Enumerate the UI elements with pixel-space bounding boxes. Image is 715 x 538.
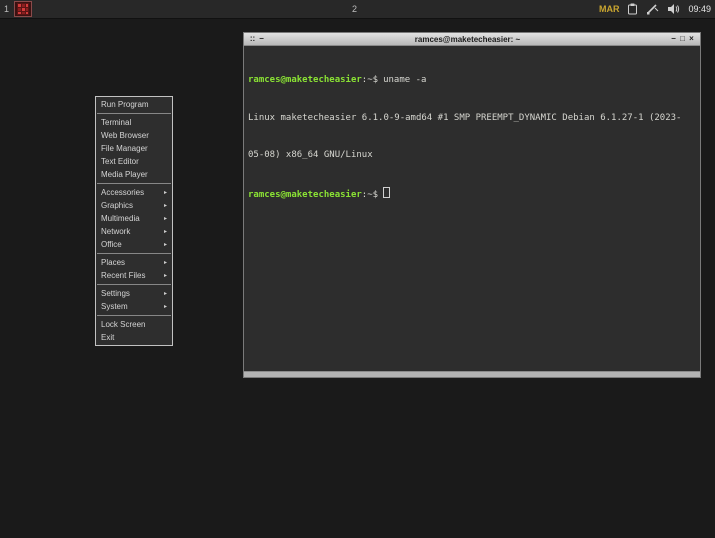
desktop[interactable]: 1 2 MAR 09:49 Run Program Terminal Web B… bbox=[0, 0, 715, 538]
menu-separator bbox=[97, 284, 171, 285]
menu-item-exit[interactable]: Exit bbox=[96, 331, 172, 344]
menu-item-network[interactable]: Network ▸ bbox=[96, 225, 172, 238]
terminal-output[interactable]: ramces@maketecheasier:~$ uname -a Linux m… bbox=[244, 46, 700, 371]
window-title: ramces@maketecheasier: ~ bbox=[414, 34, 521, 44]
shade-icon[interactable]: − bbox=[257, 33, 266, 45]
menu-item-system[interactable]: System ▸ bbox=[96, 300, 172, 313]
workspace-2-label[interactable]: 2 bbox=[348, 0, 361, 18]
terminal-line: Linux maketecheasier 6.1.0-9-amd64 #1 SM… bbox=[248, 112, 682, 123]
terminal-window: :: − ramces@maketecheasier: ~ − □ × ramc… bbox=[243, 32, 701, 378]
menu-item-graphics[interactable]: Graphics ▸ bbox=[96, 199, 172, 212]
clipboard-icon[interactable] bbox=[627, 3, 638, 15]
menu-item-run-program[interactable]: Run Program bbox=[96, 98, 172, 111]
terminal-line: ramces@maketecheasier:~$ uname -a bbox=[248, 75, 427, 85]
submenu-arrow-icon: ▸ bbox=[163, 260, 167, 266]
menu-item-multimedia[interactable]: Multimedia ▸ bbox=[96, 212, 172, 225]
window-resize-grip[interactable] bbox=[244, 371, 700, 377]
terminal-line: 05-08) x86_64 GNU/Linux bbox=[248, 150, 373, 160]
submenu-arrow-icon: ▸ bbox=[163, 304, 167, 310]
window-menu-icon[interactable]: :: bbox=[248, 33, 257, 45]
submenu-arrow-icon: ▸ bbox=[163, 273, 167, 279]
submenu-arrow-icon: ▸ bbox=[163, 242, 167, 248]
menu-item-settings[interactable]: Settings ▸ bbox=[96, 287, 172, 300]
pen-icon[interactable] bbox=[646, 3, 659, 15]
menu-item-accessories[interactable]: Accessories ▸ bbox=[96, 186, 172, 199]
submenu-arrow-icon: ▸ bbox=[163, 291, 167, 297]
submenu-arrow-icon: ▸ bbox=[163, 216, 167, 222]
root-menu: Run Program Terminal Web Browser File Ma… bbox=[95, 96, 173, 346]
red-checker-icon bbox=[17, 3, 29, 15]
focused-app-icon[interactable] bbox=[14, 1, 32, 17]
workspace-1-label[interactable]: 1 bbox=[0, 0, 13, 18]
menu-item-text-editor[interactable]: Text Editor bbox=[96, 155, 172, 168]
menu-separator bbox=[97, 113, 171, 114]
submenu-arrow-icon: ▸ bbox=[163, 229, 167, 235]
terminal-cursor bbox=[383, 186, 391, 198]
menu-item-lock-screen[interactable]: Lock Screen bbox=[96, 318, 172, 331]
menu-separator bbox=[97, 315, 171, 316]
menu-item-terminal[interactable]: Terminal bbox=[96, 116, 172, 129]
menu-separator bbox=[97, 183, 171, 184]
menu-item-office[interactable]: Office ▸ bbox=[96, 238, 172, 251]
menu-item-places[interactable]: Places ▸ bbox=[96, 256, 172, 269]
system-tray: MAR 09:49 bbox=[599, 0, 711, 18]
submenu-arrow-icon: ▸ bbox=[163, 203, 167, 209]
terminal-titlebar[interactable]: :: − ramces@maketecheasier: ~ − □ × bbox=[244, 33, 700, 46]
menu-separator bbox=[97, 253, 171, 254]
clock-label: 09:49 bbox=[688, 4, 711, 14]
minimize-icon[interactable]: − bbox=[669, 33, 678, 45]
close-icon[interactable]: × bbox=[687, 33, 696, 45]
menu-item-file-manager[interactable]: File Manager bbox=[96, 142, 172, 155]
date-month-label: MAR bbox=[598, 4, 620, 14]
menu-item-recent-files[interactable]: Recent Files ▸ bbox=[96, 269, 172, 282]
command-text: uname -a bbox=[383, 75, 427, 85]
submenu-arrow-icon: ▸ bbox=[163, 190, 167, 196]
maximize-icon[interactable]: □ bbox=[678, 33, 687, 45]
menu-item-media-player[interactable]: Media Player bbox=[96, 168, 172, 181]
terminal-line: ramces@maketecheasier:~$ bbox=[248, 186, 696, 202]
top-panel: 1 2 MAR 09:49 bbox=[0, 0, 715, 19]
menu-item-web-browser[interactable]: Web Browser bbox=[96, 129, 172, 142]
volume-icon[interactable] bbox=[667, 3, 680, 15]
